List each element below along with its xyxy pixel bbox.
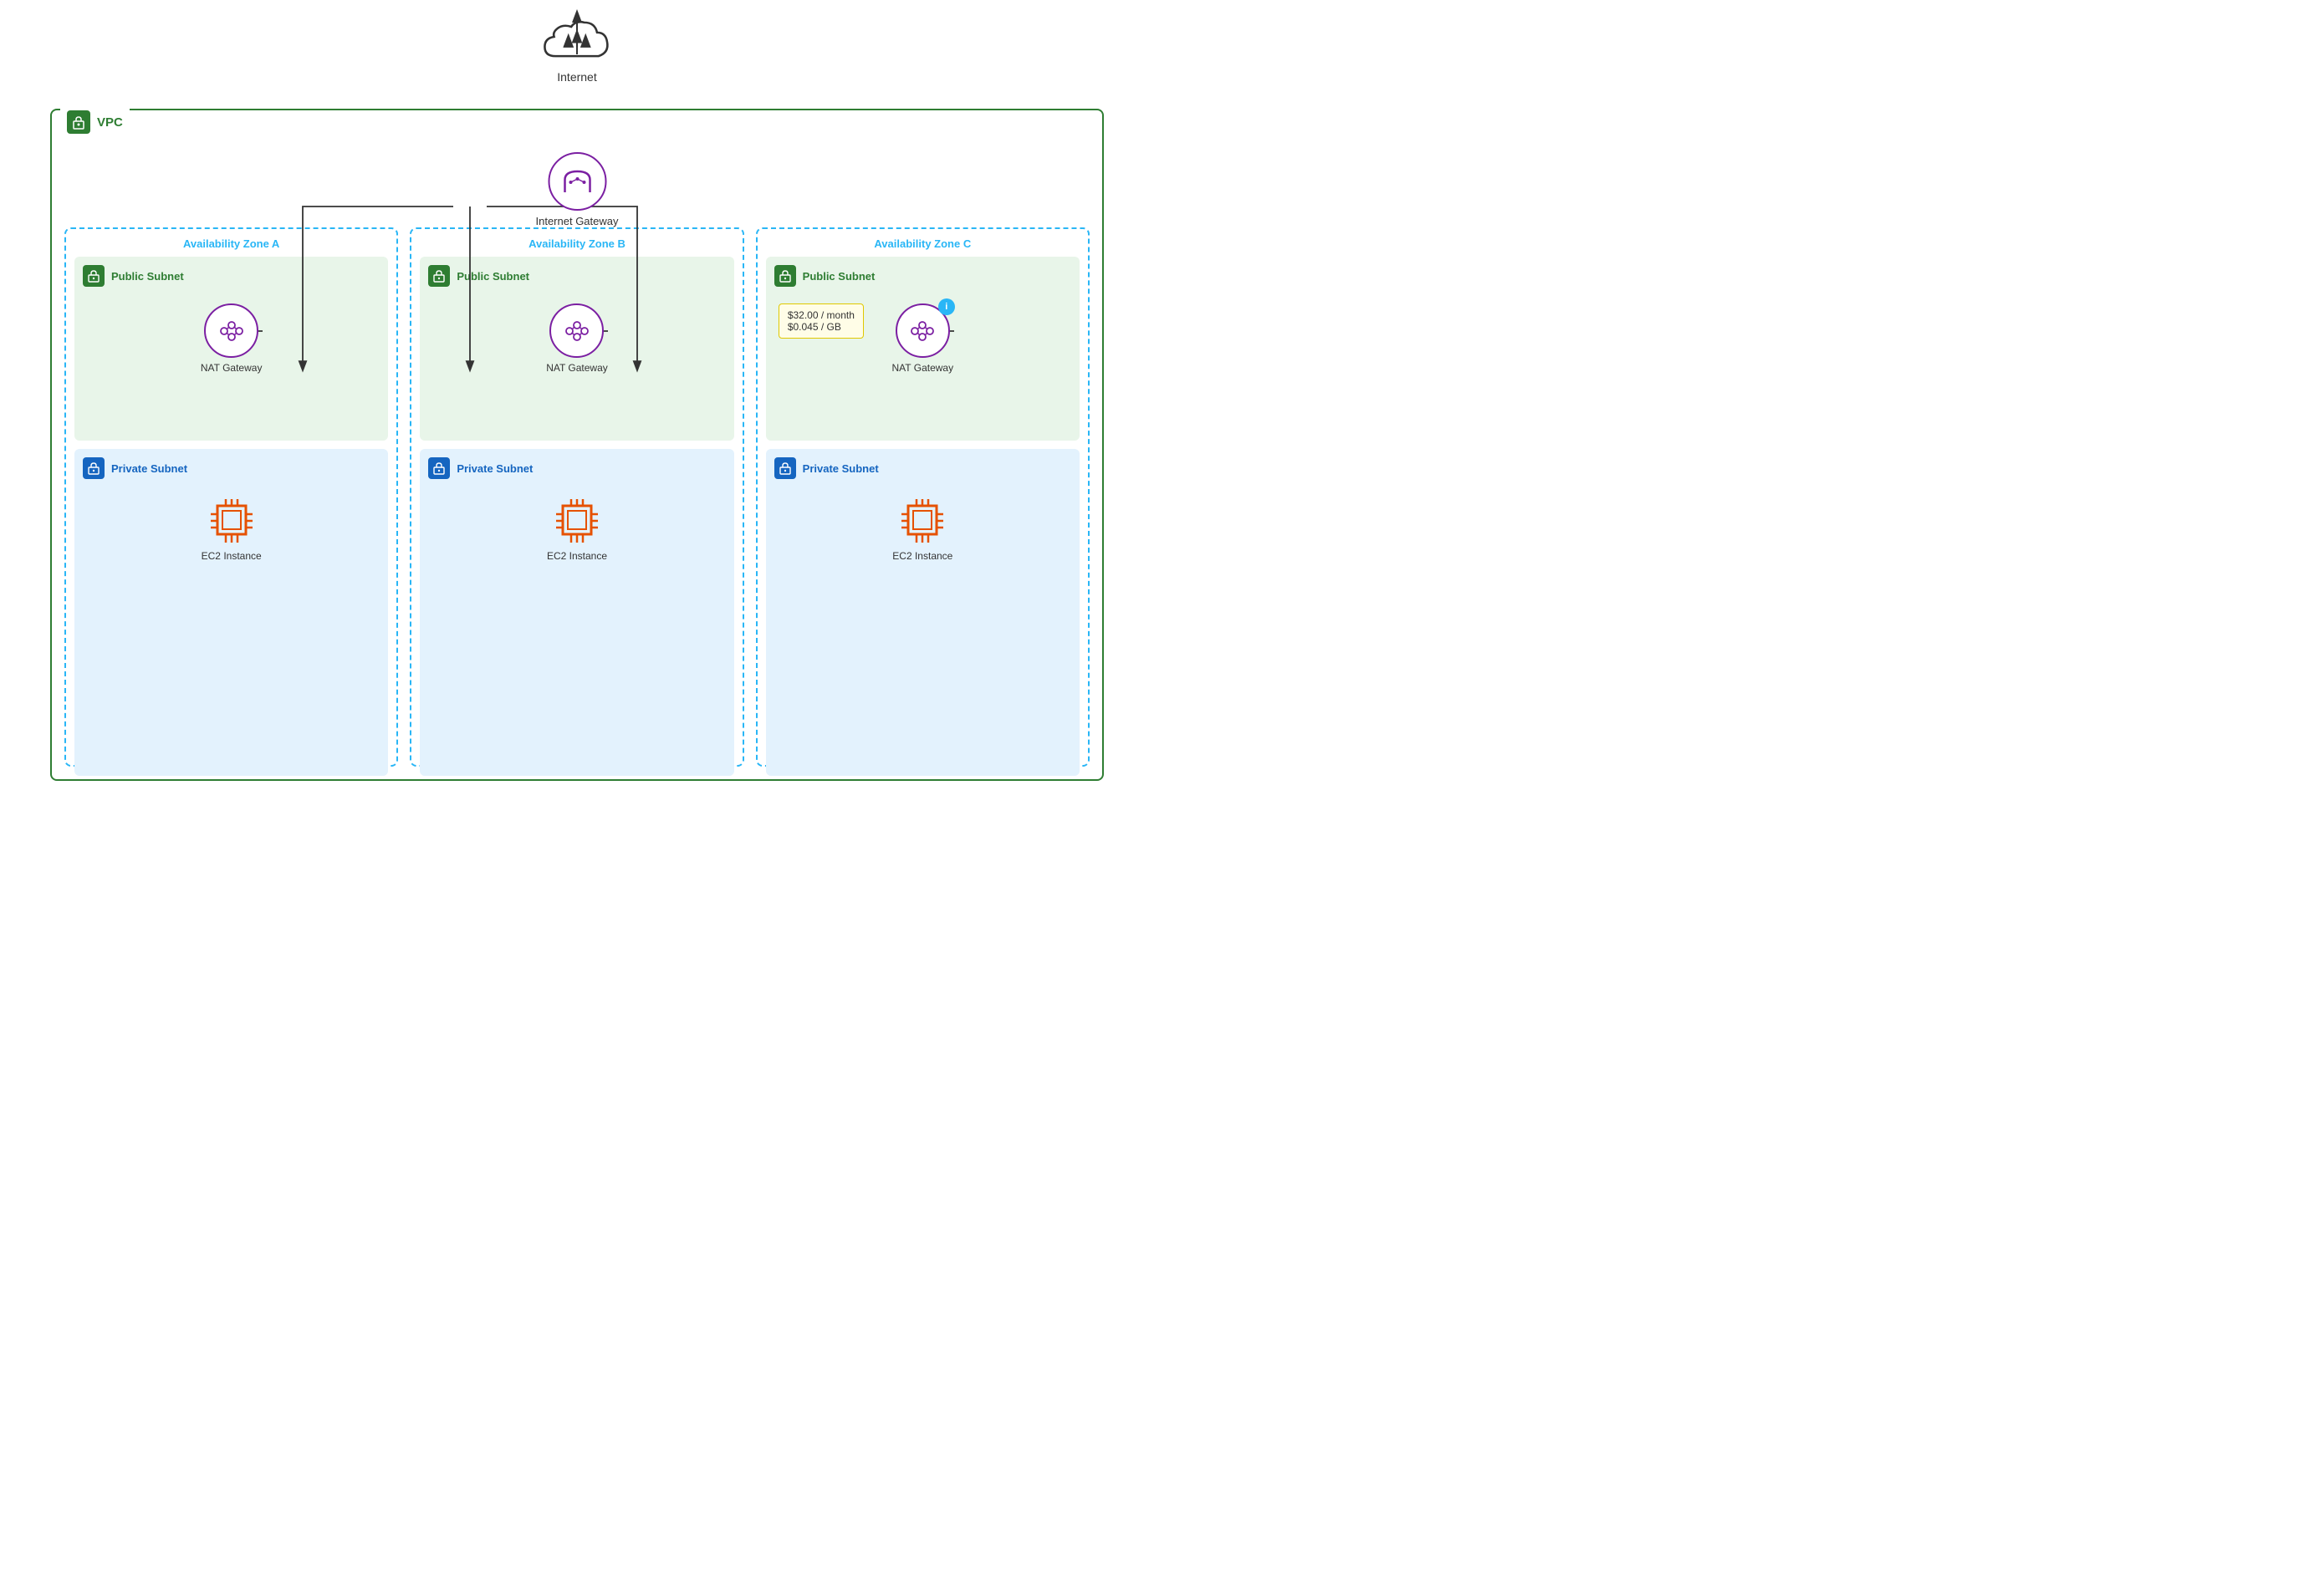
ec2-a-label: EC2 Instance <box>202 550 262 562</box>
tooltip-line2: $0.045 / GB <box>788 321 855 333</box>
vpc-icon <box>67 110 90 134</box>
private-subnet-c: Private Subnet <box>766 449 1080 776</box>
private-subnet-b-label: Private Subnet <box>457 462 533 475</box>
tooltip-line1: $32.00 / month <box>788 309 855 321</box>
az-zone-a: Availability Zone A P <box>64 227 398 767</box>
private-subnet-c-label: Private Subnet <box>803 462 879 475</box>
vpc-label-box: VPC <box>60 109 130 135</box>
nat-gw-c-icon: i <box>896 303 950 358</box>
private-subnet-a-label: Private Subnet <box>111 462 187 475</box>
ec2-c-label: EC2 Instance <box>892 550 952 562</box>
vpc-label: VPC <box>97 115 123 130</box>
internet-label: Internet <box>557 70 596 84</box>
nat-gw-a-wrapper: NAT Gateway <box>83 303 380 374</box>
price-tooltip: $32.00 / month $0.045 / GB <box>779 303 864 339</box>
nat-gw-b-icon <box>549 303 604 358</box>
ec2-c-icon <box>893 496 952 546</box>
az-b-title: Availability Zone B <box>420 237 733 250</box>
private-subnet-a: Private Subnet <box>74 449 388 776</box>
public-subnet-b: Public Subnet <box>420 257 733 441</box>
internet-arrow <box>527 8 627 59</box>
public-subnet-a: Public Subnet <box>74 257 388 441</box>
ec2-a-icon <box>202 496 261 546</box>
ec2-b-wrapper: EC2 Instance <box>428 496 725 562</box>
vpc-container: VPC Internet Gateway <box>50 109 1104 781</box>
internet-section: Internet <box>539 17 615 84</box>
private-subnet-c-icon <box>774 457 796 479</box>
nat-gw-b-wrapper: NAT Gateway <box>428 303 725 374</box>
igw-icon <box>548 152 606 211</box>
az-zone-b: Availability Zone B P <box>410 227 743 767</box>
public-subnet-c-label: Public Subnet <box>803 270 876 283</box>
igw-section: Internet Gateway <box>536 152 619 227</box>
ec2-b-label: EC2 Instance <box>547 550 607 562</box>
az-c-title: Availability Zone C <box>766 237 1080 250</box>
nat-gw-b-label: NAT Gateway <box>546 362 608 374</box>
az-row: Availability Zone A P <box>64 227 1090 767</box>
nat-gw-a-label: NAT Gateway <box>201 362 263 374</box>
az-zone-c: Availability Zone C P <box>756 227 1090 767</box>
public-subnet-a-label: Public Subnet <box>111 270 184 283</box>
info-badge[interactable]: i <box>938 298 955 315</box>
public-subnet-b-icon <box>428 265 450 287</box>
public-subnet-c: Public Subnet $32.00 / month $0.045 / GB <box>766 257 1080 441</box>
public-subnet-a-icon <box>83 265 105 287</box>
nat-gw-a-icon <box>204 303 258 358</box>
diagram-container: Internet VPC <box>0 0 1154 798</box>
public-subnet-b-label: Public Subnet <box>457 270 529 283</box>
ec2-c-wrapper: EC2 Instance <box>774 496 1071 562</box>
az-a-title: Availability Zone A <box>74 237 388 250</box>
nat-gw-c-label: NAT Gateway <box>892 362 954 374</box>
private-subnet-b: Private Subnet <box>420 449 733 776</box>
private-subnet-a-icon <box>83 457 105 479</box>
public-subnet-c-icon <box>774 265 796 287</box>
ec2-a-wrapper: EC2 Instance <box>83 496 380 562</box>
igw-label: Internet Gateway <box>536 215 619 227</box>
ec2-b-icon <box>548 496 606 546</box>
nat-gw-c-wrapper: $32.00 / month $0.045 / GB <box>774 303 1071 374</box>
private-subnet-b-icon <box>428 457 450 479</box>
